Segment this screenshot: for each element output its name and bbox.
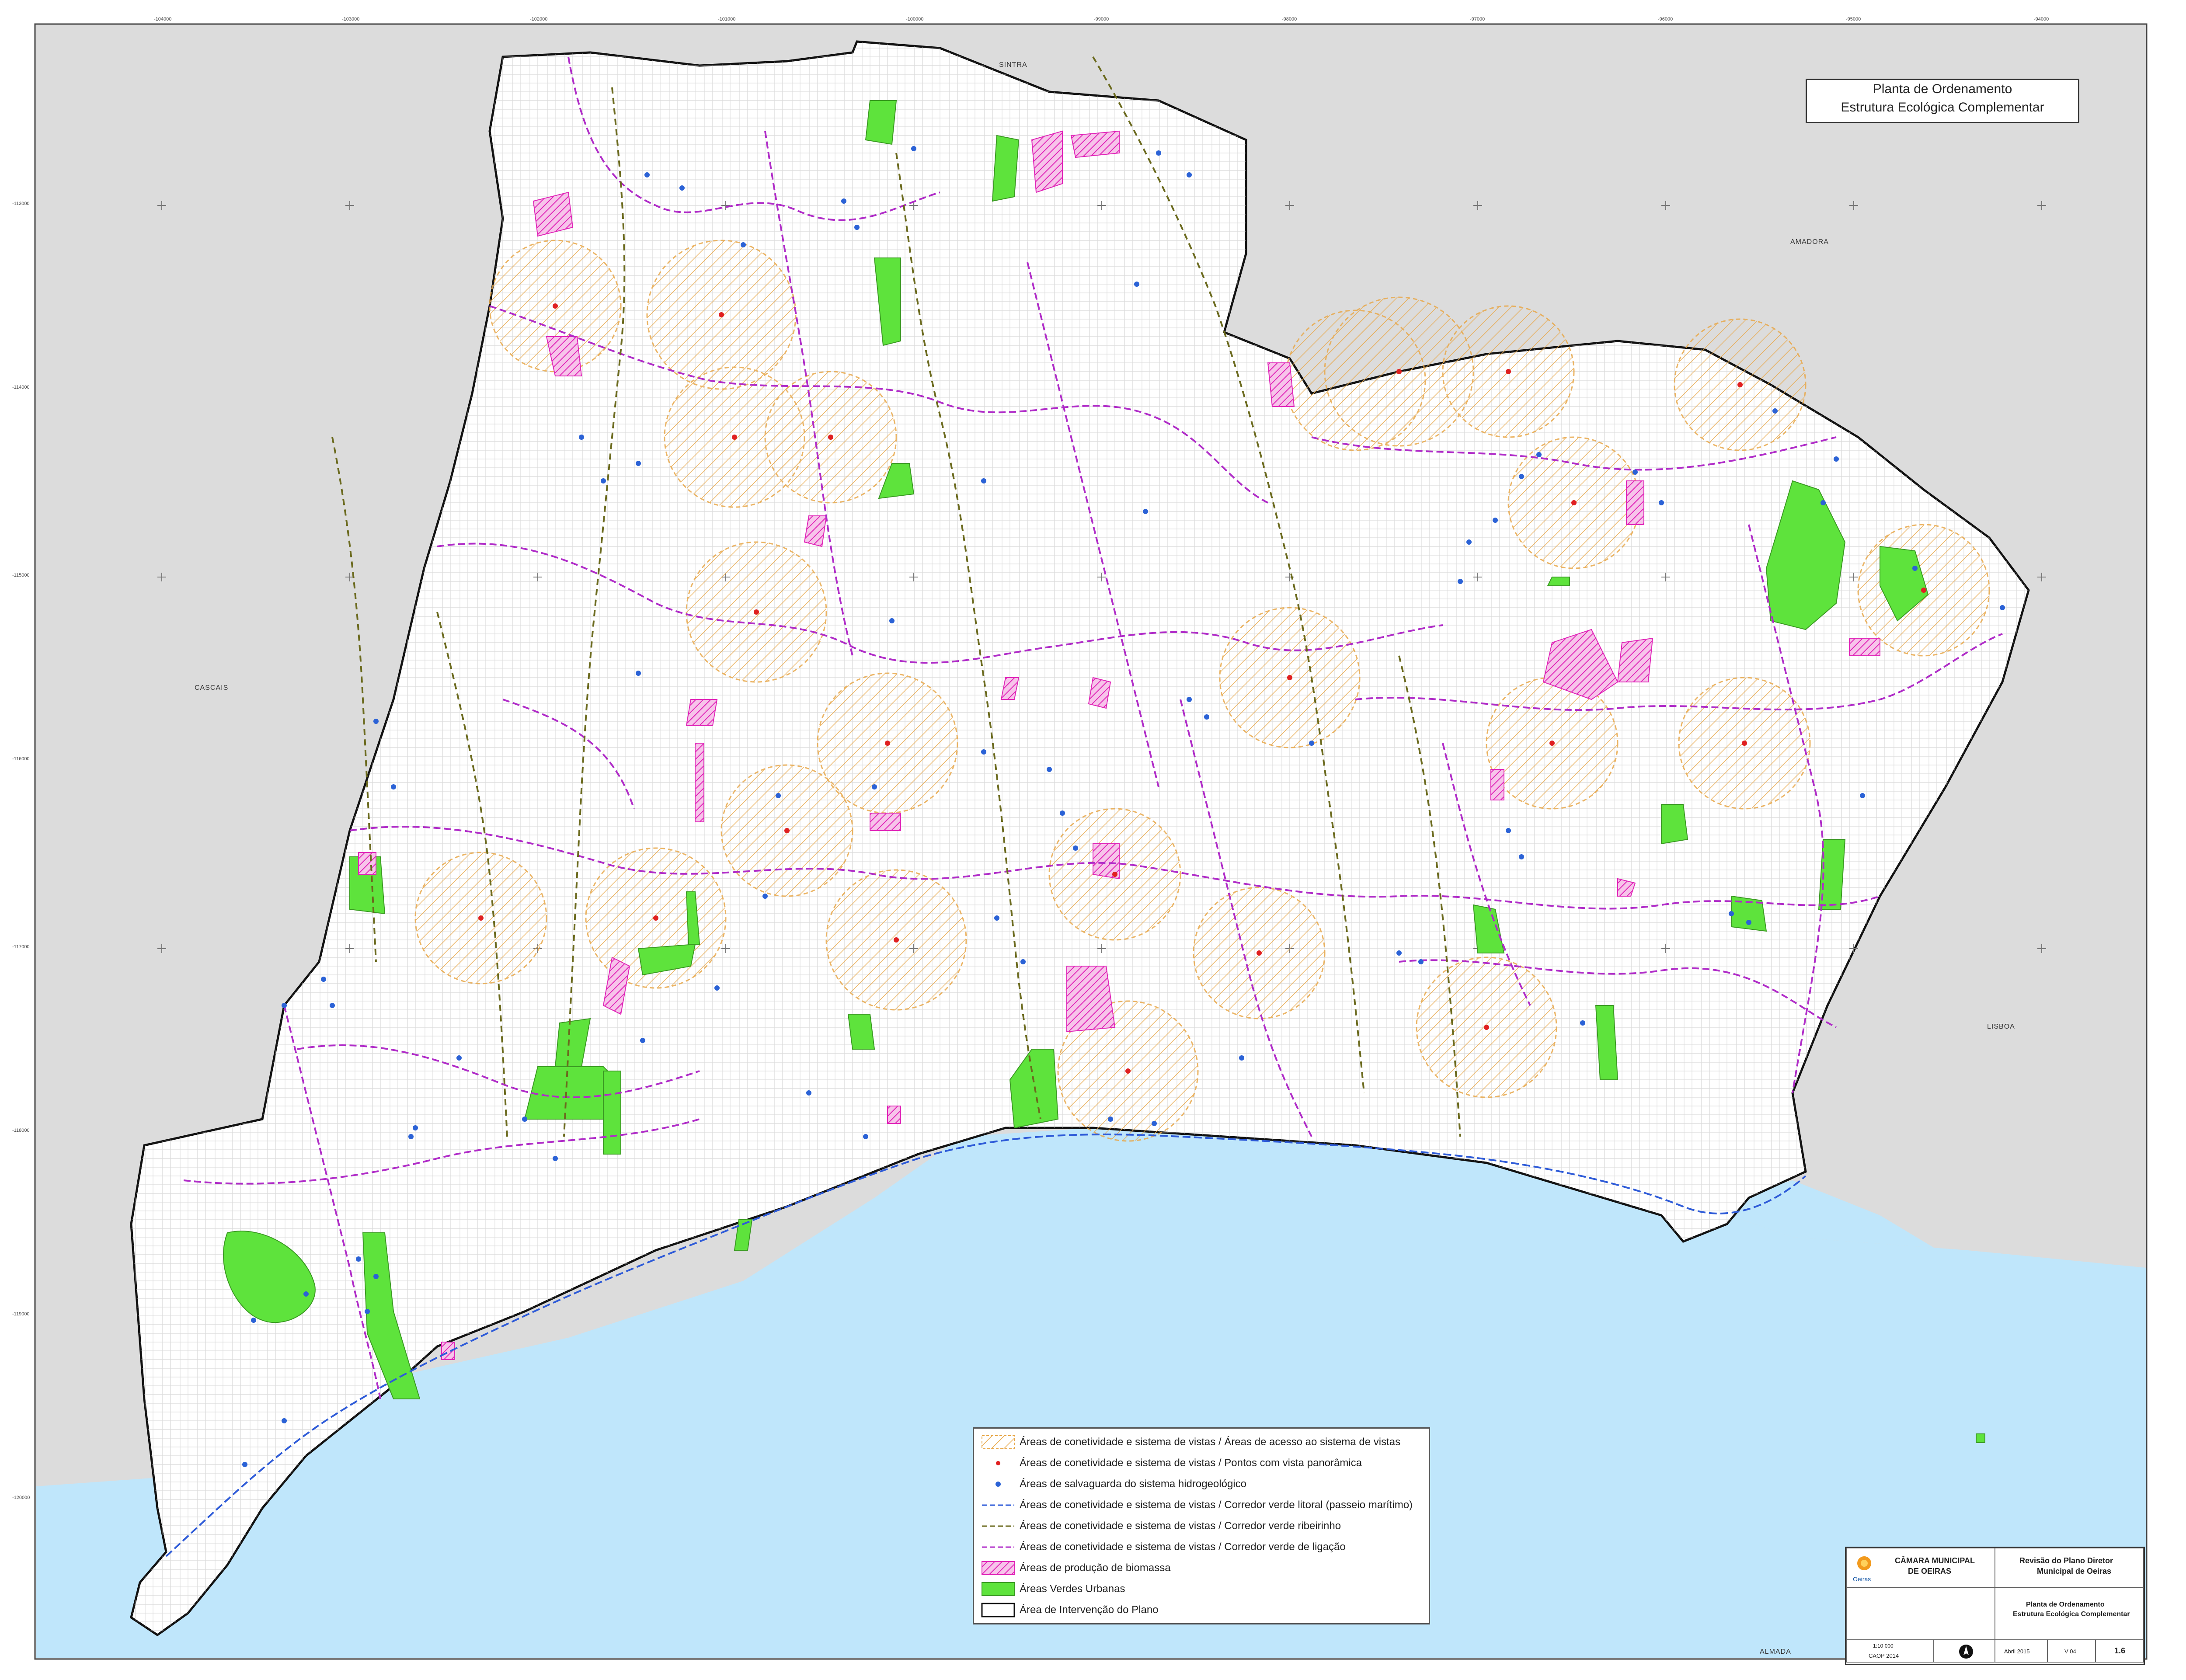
legend-item-biomass: Áreas de produção de biomassa [974, 1557, 1429, 1579]
coord-left: -113000 [12, 201, 30, 206]
orange-hatch-swatch-icon [982, 1435, 1015, 1449]
legend-item-river: Áreas de conetividade e sistema de vista… [974, 1515, 1429, 1537]
black-outline-swatch-icon [981, 1603, 1015, 1617]
org-cell: Oeiras CÂMARA MUNICIPAL DE OEIRAS [1846, 1548, 1995, 1587]
scale-value: 1:10 000 [1873, 1643, 1894, 1649]
olive-dashed-line-icon [982, 1525, 1014, 1527]
coord-top: -101000 [718, 17, 736, 22]
coord-left: -116000 [12, 756, 30, 762]
notes-cell [1846, 1587, 1995, 1640]
legend-label: Áreas de produção de biomassa [1020, 1562, 1171, 1574]
legend-item-green: Áreas Verdes Urbanas [974, 1578, 1429, 1600]
date-cell: Abril 2015 [1995, 1640, 2047, 1663]
coord-top: -94000 [2034, 17, 2049, 22]
place-lisboa: LISBOA [1987, 1023, 2015, 1030]
org-line2: DE OEIRAS [1908, 1567, 1952, 1576]
legend-label: Áreas de conetividade e sistema de vista… [1020, 1520, 1341, 1532]
plan-cell: Revisão do Plano Diretor Municipal de Oe… [1995, 1548, 2144, 1587]
place-amadora: AMADORA [1790, 238, 1829, 246]
place-almada: ALMADA [1760, 1648, 1791, 1656]
scale-cell: 1:10 000 CAOP 2014 [1846, 1640, 1934, 1663]
legend-label: Áreas Verdes Urbanas [1020, 1583, 1125, 1595]
coord-top: -103000 [342, 17, 360, 22]
legend-item-view-access: Áreas de conetividade e sistema de vista… [974, 1431, 1429, 1453]
coord-top: -96000 [1658, 17, 1673, 22]
coord-left: -120000 [12, 1495, 30, 1500]
coord-top: -104000 [154, 17, 172, 22]
coord-left: -117000 [12, 944, 30, 950]
legend-item-coastal: Áreas de conetividade e sistema de vista… [974, 1494, 1429, 1516]
coord-top: -102000 [530, 17, 548, 22]
place-sintra: SINTRA [999, 61, 1027, 69]
coord-left: -118000 [12, 1128, 30, 1133]
coord-top: -100000 [906, 17, 924, 22]
source-value: CAOP 2014 [1869, 1652, 1899, 1659]
legend-item-panorama: Áreas de conetividade e sistema de vista… [974, 1452, 1429, 1474]
coord-top: -99000 [1094, 17, 1109, 22]
version-value: V 04 [2064, 1648, 2076, 1655]
legend-item-hydro: Áreas de salvaguarda do sistema hidrogeo… [974, 1473, 1429, 1495]
map-title-line2: Estrutura Ecológica Complementar [1841, 100, 2044, 115]
coord-left: -115000 [12, 573, 30, 578]
legend-item-plan-area: Área de Intervenção do Plano [974, 1599, 1429, 1621]
legend-label: Áreas de conetividade e sistema de vista… [1020, 1457, 1362, 1469]
map-title-box: Planta de Ordenamento Estrutura Ecológic… [1806, 79, 2079, 123]
blue-dashed-line-icon [982, 1504, 1014, 1506]
sheet-line1: Planta de Ordenamento [2026, 1601, 2105, 1608]
blue-dot-icon [996, 1482, 1001, 1487]
version-cell: V 04 [2047, 1640, 2095, 1663]
legend: Áreas de conetividade e sistema de vista… [973, 1427, 1430, 1624]
logo-text: Oeiras [1853, 1576, 1871, 1583]
north-arrow-icon [1959, 1645, 1973, 1659]
coord-left: -114000 [12, 385, 30, 390]
oeiras-logo-icon [1857, 1556, 1871, 1570]
coord-top: -95000 [1846, 17, 1861, 22]
north-cell [1934, 1640, 1995, 1663]
legend-item-link: Áreas de conetividade e sistema de vista… [974, 1536, 1429, 1558]
place-cascais: CASCAIS [195, 684, 229, 692]
green-swatch-icon [982, 1582, 1015, 1596]
coord-left: -119000 [12, 1311, 30, 1317]
org-line1: CÂMARA MUNICIPAL [1895, 1556, 1975, 1565]
title-block: Oeiras CÂMARA MUNICIPAL DE OEIRAS Revisã… [1845, 1547, 2145, 1665]
coord-top: -98000 [1282, 17, 1297, 22]
legend-label: Área de Intervenção do Plano [1020, 1604, 1159, 1616]
red-dot-icon [996, 1461, 1000, 1465]
legend-label: Áreas de conetividade e sistema de vista… [1020, 1436, 1401, 1448]
number-value: 1.6 [2114, 1646, 2126, 1655]
legend-label: Áreas de conetividade e sistema de vista… [1020, 1499, 1413, 1511]
sheet-cell: Planta de Ordenamento Estrutura Ecológic… [1995, 1587, 2144, 1640]
legend-label: Áreas de conetividade e sistema de vista… [1020, 1541, 1346, 1553]
map-title-line1: Planta de Ordenamento [1873, 82, 2012, 96]
number-cell: 1.6 [2095, 1640, 2144, 1663]
plan-line1: Revisão do Plano Diretor [2019, 1556, 2113, 1565]
date-value: Abril 2015 [2004, 1648, 2030, 1655]
sheet-line2: Estrutura Ecológica Complementar [2013, 1610, 2130, 1618]
legend-label: Áreas de salvaguarda do sistema hidrogeo… [1020, 1478, 1246, 1490]
coord-top: -97000 [1470, 17, 1485, 22]
magenta-hatch-swatch-icon [982, 1561, 1015, 1575]
magenta-dashed-line-icon [982, 1546, 1014, 1548]
plan-line2: Municipal de Oeiras [2037, 1567, 2112, 1576]
